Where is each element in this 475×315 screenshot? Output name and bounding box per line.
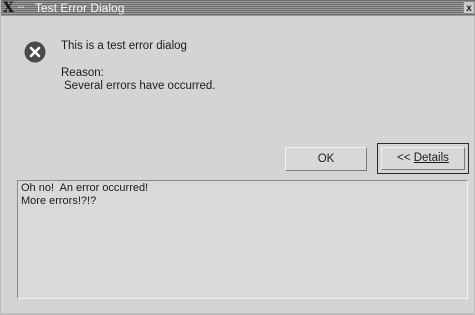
- window-title: Test Error Dialog: [35, 1, 125, 15]
- error-headline: This is a test error dialog: [61, 40, 187, 52]
- ok-button[interactable]: OK: [285, 147, 367, 171]
- details-label: Details: [413, 152, 449, 164]
- details-line: More errors!?!?: [21, 195, 97, 207]
- details-toggle-button[interactable]: << Details: [381, 147, 465, 170]
- details-text-area[interactable]: Oh no! An error occurred! More errors!?!…: [17, 180, 468, 299]
- error-dialog-window: X -- Test Error Dialog x This is a test …: [0, 0, 475, 315]
- close-icon[interactable]: x: [463, 1, 475, 14]
- title-bar[interactable]: X -- Test Error Dialog x: [1, 0, 475, 16]
- x-window-logo-icon: X: [3, 0, 14, 16]
- error-icon: [24, 41, 46, 63]
- window-menu-icon[interactable]: --: [15, 1, 27, 14]
- details-button-focus-frame: << Details: [377, 143, 469, 174]
- details-prefix: <<: [397, 152, 414, 164]
- details-line: Oh no! An error occurred!: [21, 182, 149, 194]
- reason-text: Several errors have occurred.: [64, 80, 216, 92]
- reason-label: Reason:: [61, 67, 104, 79]
